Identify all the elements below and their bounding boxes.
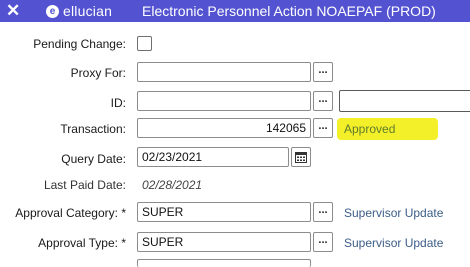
id-input[interactable] bbox=[137, 91, 311, 111]
approval-type-label: Approval Type: * bbox=[38, 236, 126, 250]
ellucian-logo: e ellucian bbox=[46, 2, 112, 20]
page-title: Electronic Personnel Action NOAEPAF (PRO… bbox=[142, 3, 436, 19]
id-name-input[interactable] bbox=[339, 90, 470, 112]
lookup-ellipsis-icon: ... bbox=[318, 234, 328, 246]
pending-change-checkbox[interactable] bbox=[137, 36, 152, 51]
id-label: ID: bbox=[110, 96, 126, 110]
transaction-label: Transaction: bbox=[60, 122, 126, 136]
logo-text: ellucian bbox=[63, 3, 113, 19]
approval-type-lookup-button[interactable]: ... bbox=[313, 232, 333, 252]
next-row-input-partial[interactable] bbox=[137, 259, 311, 267]
approval-category-lookup-button[interactable]: ... bbox=[313, 202, 333, 222]
last-paid-date-value: 02/28/2021 bbox=[142, 178, 203, 192]
logo-mark-icon: e bbox=[46, 4, 59, 18]
transaction-status: Approved bbox=[344, 122, 396, 136]
last-paid-date-label: Last Paid Date: bbox=[43, 178, 126, 192]
id-lookup-button[interactable]: ... bbox=[313, 91, 333, 111]
calendar-button[interactable] bbox=[291, 147, 311, 167]
approval-category-label: Approval Category: * bbox=[15, 206, 126, 220]
approval-category-description: Supervisor Update bbox=[344, 206, 444, 220]
approval-type-description: Supervisor Update bbox=[344, 236, 444, 250]
transaction-lookup-button[interactable]: ... bbox=[313, 118, 333, 138]
approval-type-input[interactable] bbox=[137, 232, 311, 252]
proxy-for-label: Proxy For: bbox=[70, 66, 126, 80]
query-date-label: Query Date: bbox=[61, 152, 126, 166]
lookup-ellipsis-icon: ... bbox=[318, 93, 328, 105]
pending-change-label: Pending Change: bbox=[33, 37, 126, 51]
close-icon[interactable]: ✕ bbox=[6, 1, 24, 21]
calendar-icon bbox=[295, 152, 307, 163]
lookup-ellipsis-icon: ... bbox=[318, 64, 328, 76]
lookup-ellipsis-icon: ... bbox=[318, 204, 328, 216]
header-bar: ✕ e ellucian Electronic Personnel Action… bbox=[0, 0, 470, 22]
proxy-for-input[interactable] bbox=[137, 62, 311, 82]
query-date-input[interactable] bbox=[137, 147, 289, 167]
transaction-input[interactable] bbox=[137, 118, 311, 138]
proxy-for-lookup-button[interactable]: ... bbox=[313, 62, 333, 82]
approval-category-input[interactable] bbox=[137, 202, 311, 222]
lookup-ellipsis-icon: ... bbox=[318, 120, 328, 132]
